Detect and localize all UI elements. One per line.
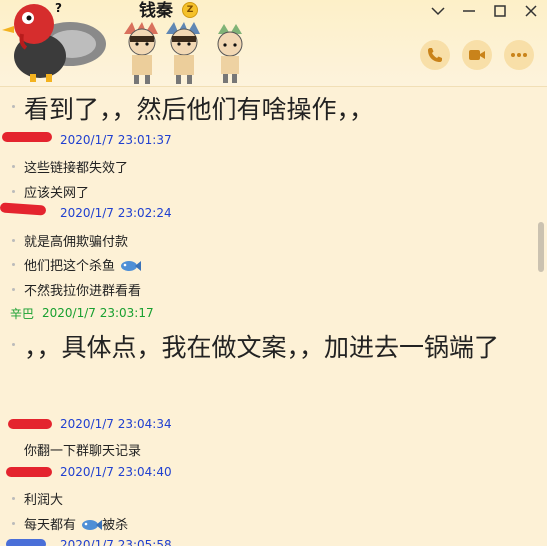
message-timestamp: 2020/1/7 23:04:34: [60, 417, 172, 431]
redacted-name-mark: [8, 419, 52, 429]
cartoon-kids-decoration: [124, 22, 243, 84]
message-text: 应该关网了: [12, 182, 89, 201]
sender-name: 辛巴: [10, 307, 35, 321]
message-text: 他们把这个杀鱼: [12, 255, 142, 274]
more-icon: [511, 53, 527, 57]
message-text: 每天都有 被杀: [12, 514, 128, 533]
message-text: 利润大: [12, 489, 63, 508]
message-list[interactable]: 看到了，，然后他们有啥操作，， 2020/1/7 23:01:37 这些链接都失…: [0, 87, 536, 546]
message-text: 你翻一下群聊天记录: [24, 444, 142, 459]
turkey-mascot-icon: ?: [2, 1, 106, 82]
voice-call-button[interactable]: [420, 40, 450, 70]
message-timestamp: 2020/1/7 23:01:37: [60, 133, 172, 147]
message-timestamp: 2020/1/7 23:04:40: [60, 465, 172, 479]
more-options-button[interactable]: [504, 40, 534, 70]
redacted-name-mark: [6, 467, 52, 477]
message-text: 就是高佣欺骗付款: [12, 231, 128, 250]
maximize-icon[interactable]: [486, 0, 514, 22]
video-call-button[interactable]: [462, 40, 492, 70]
svg-text:?: ?: [55, 1, 62, 15]
message-timestamp: 2020/1/7 23:02:24: [60, 206, 172, 220]
scrollbar-thumb[interactable]: [538, 222, 544, 272]
message-text: 不然我拉你进群看看: [12, 280, 141, 299]
redacted-name-mark: [6, 539, 46, 546]
message-timestamp: 2020/1/7 23:03:17: [42, 306, 154, 320]
message-sender-line: 辛巴 2020/1/7 23:03:17: [0, 305, 154, 322]
chat-header: ? 钱秦 Z: [0, 0, 547, 87]
chevron-down-icon[interactable]: [424, 0, 452, 22]
fish-emoji-icon: [82, 519, 103, 530]
redacted-name-mark: [2, 132, 52, 142]
close-icon[interactable]: [517, 0, 545, 22]
video-icon: [469, 50, 485, 60]
phone-icon: [428, 48, 442, 62]
fish-emoji-icon: [121, 260, 142, 271]
message-text: 这些链接都失效了: [12, 157, 128, 176]
scrollbar-track[interactable]: [536, 87, 547, 546]
minimize-icon[interactable]: [455, 0, 483, 22]
vip-badge-icon: Z: [182, 2, 198, 18]
message-text: 看到了，，然后他们有啥操作，，: [12, 89, 522, 131]
chat-title: 钱秦: [139, 1, 173, 21]
message-timestamp: 2020/1/7 23:05:58: [60, 538, 172, 546]
message-text: ，，具体点，我在做文案，，加进去一锅端了: [12, 327, 522, 369]
